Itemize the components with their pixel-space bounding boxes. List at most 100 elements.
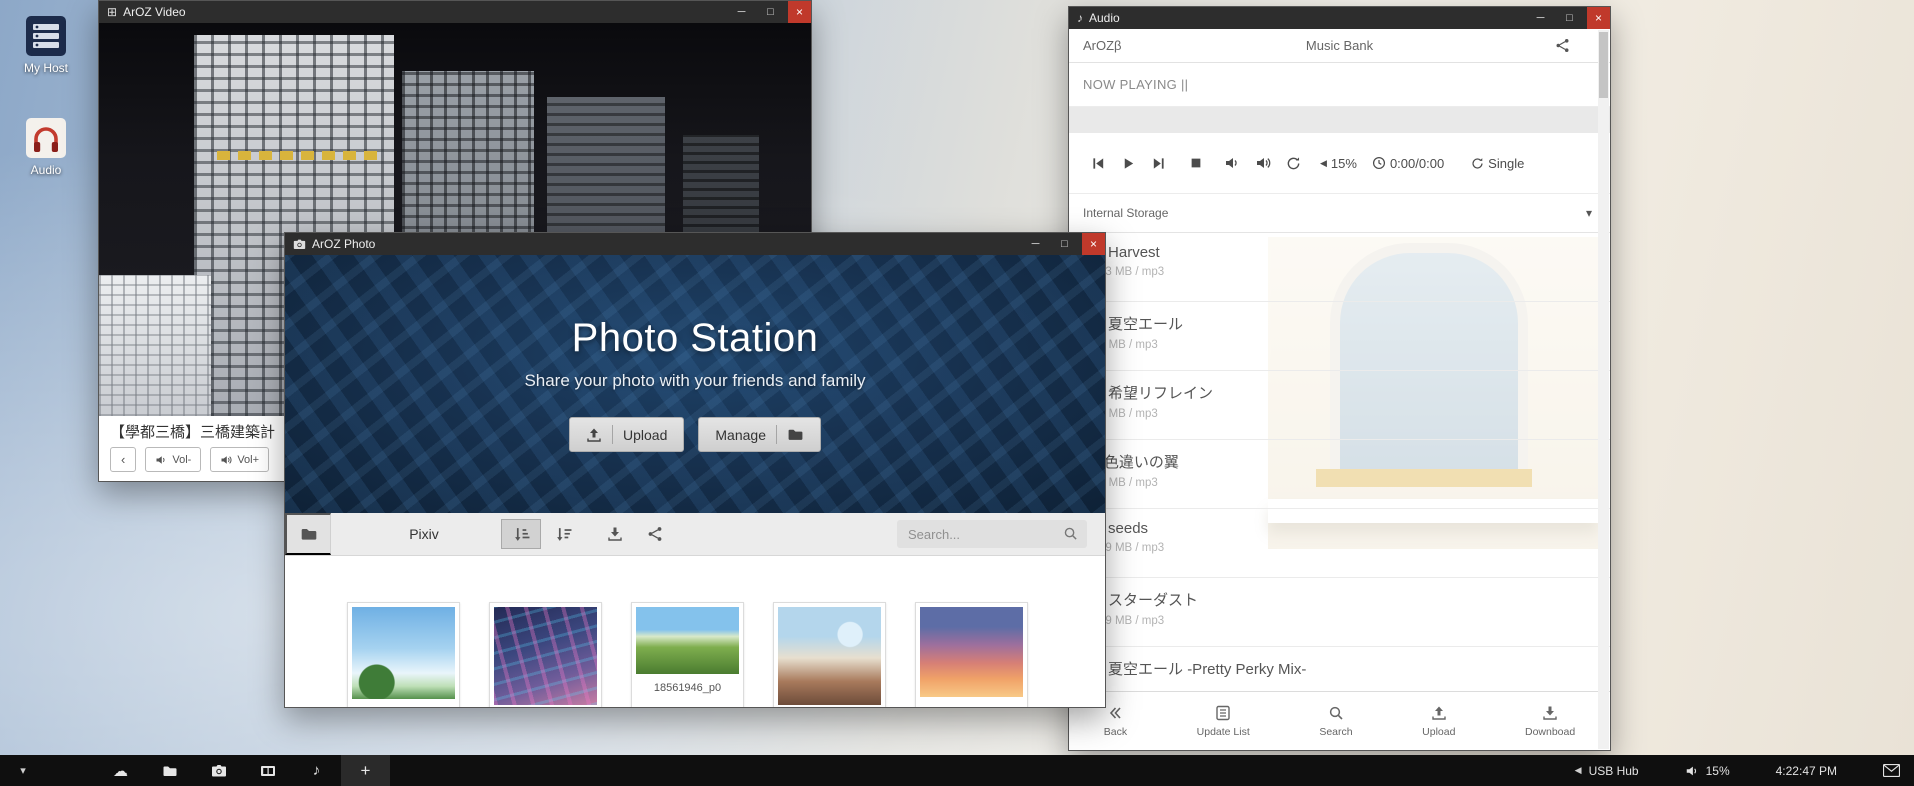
mail-icon[interactable]	[1883, 764, 1900, 777]
camera-icon	[293, 238, 306, 251]
photo-titlebar[interactable]: ArOZ Photo ─ □ ×	[285, 233, 1105, 255]
music-app-button[interactable]: ♪	[292, 755, 341, 786]
share-icon	[647, 526, 663, 542]
track-row[interactable]: 01. 夏空エール 9.37 MB / mp3	[1069, 302, 1610, 371]
repeat-button[interactable]	[1286, 156, 1301, 171]
file-explorer-button[interactable]	[145, 755, 194, 786]
volume-up-icon-button[interactable]	[1255, 155, 1271, 171]
video-window-title: ArOZ Video	[123, 5, 185, 19]
manage-button[interactable]: Manage	[698, 417, 821, 452]
video-titlebar[interactable]: ⊞ ArOZ Video ─ □ ×	[99, 1, 811, 23]
volume-down-button[interactable]: Vol-	[145, 447, 201, 472]
video-back-button[interactable]: ‹	[110, 447, 136, 472]
minimize-button[interactable]: ─	[1529, 7, 1552, 29]
storage-selector[interactable]: Internal Storage ▾	[1069, 194, 1610, 233]
photo-thumbnail[interactable]	[915, 602, 1028, 708]
download-button[interactable]	[607, 526, 623, 542]
track-row[interactable]: 02. スターダスト 12.39 MB / mp3	[1069, 578, 1610, 647]
track-meta: 12.99 MB / mp3	[1083, 542, 1610, 554]
photo-thumbnail[interactable]: 12436825_p0	[347, 602, 460, 708]
folder-icon	[162, 763, 178, 779]
play-mode-value: Single	[1488, 156, 1524, 171]
clock[interactable]: 4:22:47 PM	[1776, 764, 1837, 778]
track-row[interactable]: 02. 夏空エール -Pretty Perky Mix-	[1069, 647, 1610, 691]
seek-bar[interactable]	[1069, 107, 1610, 133]
audio-titlebar[interactable]: ♪ Audio ─ □ ×	[1069, 7, 1610, 29]
button-divider	[776, 425, 777, 444]
upload-button[interactable]: Upload	[1422, 705, 1455, 738]
folder-root-button[interactable]	[285, 513, 331, 555]
photo-app-button[interactable]	[194, 755, 243, 786]
upload-button[interactable]: Upload	[569, 417, 684, 452]
update-list-label: Update List	[1197, 726, 1250, 738]
album-breadcrumb[interactable]: Pixiv	[389, 526, 459, 542]
search-icon[interactable]	[1063, 526, 1078, 541]
track-meta: 10.93 MB / mp3	[1083, 266, 1610, 278]
upload-icon	[1431, 705, 1447, 721]
maximize-button[interactable]: □	[1558, 7, 1581, 29]
play-button[interactable]	[1121, 156, 1136, 171]
video-frame-decoration	[217, 151, 377, 160]
video-app-button[interactable]	[243, 755, 292, 786]
storage-value: Internal Storage	[1083, 206, 1168, 220]
track-meta: 12.39 MB / mp3	[1083, 615, 1610, 627]
volume-indicator[interactable]: 15%	[1685, 764, 1730, 778]
download-button[interactable]: Downboad	[1525, 705, 1575, 738]
scrollbar-thumb[interactable]	[1599, 32, 1608, 98]
usb-hub-indicator[interactable]: ◀ USB Hub	[1575, 764, 1639, 778]
share-button[interactable]	[647, 526, 663, 542]
sort-descending-button[interactable]	[543, 519, 583, 549]
search-box	[897, 520, 1087, 548]
photo-filename: 18561946_p0	[636, 682, 739, 694]
now-playing-label: NOW PLAYING ||	[1069, 63, 1610, 107]
brand-label: ArOZβ	[1083, 38, 1122, 53]
photo-toolbar: Pixiv	[285, 513, 1105, 556]
maximize-button[interactable]: □	[1053, 233, 1076, 255]
headphones-icon	[26, 118, 66, 158]
search-button[interactable]: Search	[1319, 705, 1352, 738]
taskbar-expand-button[interactable]: ▾	[0, 755, 46, 786]
volume-value: 15%	[1706, 764, 1730, 778]
track-row[interactable]: 02. seeds 12.99 MB / mp3	[1069, 509, 1610, 578]
search-label: Search	[1319, 726, 1352, 738]
track-row[interactable]: 01. 希望リフレイン 9.09 MB / mp3	[1069, 371, 1610, 440]
photo-thumbnail[interactable]	[489, 602, 602, 708]
close-button[interactable]: ×	[788, 1, 811, 23]
audio-scrollbar[interactable]	[1598, 30, 1609, 749]
previous-track-button[interactable]	[1091, 156, 1106, 171]
loop-icon	[1471, 157, 1484, 170]
desktop-icon-my-host[interactable]: My Host	[12, 16, 80, 75]
back-button[interactable]: Back	[1104, 705, 1127, 738]
sort-ascending-button[interactable]	[501, 519, 541, 549]
close-button[interactable]: ×	[1587, 7, 1610, 29]
minimize-button[interactable]: ─	[730, 1, 753, 23]
upload-label: Upload	[1422, 726, 1455, 738]
desktop-cloud-button[interactable]: ☁	[96, 755, 145, 786]
photo-grid: 12436825_p0 18561946_p0	[285, 556, 1105, 708]
close-button[interactable]: ×	[1082, 233, 1105, 255]
play-mode-toggle[interactable]: Single	[1471, 156, 1524, 171]
track-list: 01. Harvest 10.93 MB / mp3 01. 夏空エール 9.3…	[1069, 233, 1610, 691]
folder-icon	[300, 525, 318, 543]
volume-down-icon-button[interactable]	[1224, 155, 1240, 171]
volume-indicator[interactable]: ◀ 15%	[1320, 156, 1357, 171]
stop-button[interactable]	[1189, 156, 1203, 170]
photo-thumbnail[interactable]	[773, 602, 886, 708]
app-grid-icon: ⊞	[107, 5, 117, 19]
maximize-button[interactable]: □	[759, 1, 782, 23]
update-list-button[interactable]: Update List	[1197, 705, 1250, 738]
share-button[interactable]	[1555, 38, 1570, 53]
chevrons-left-icon	[1107, 705, 1123, 721]
track-row[interactable]: 01.色違いの翼 9.63 MB / mp3	[1069, 440, 1610, 509]
search-input[interactable]	[897, 520, 1087, 548]
desktop: My Host Audio ⊞ ArOZ Video ─ □ × 【學都三橋】三…	[0, 0, 1914, 786]
add-app-button[interactable]: +	[341, 755, 390, 786]
next-track-button[interactable]	[1151, 156, 1166, 171]
photo-thumbnail[interactable]: 18561946_p0	[631, 602, 744, 708]
desktop-icon-audio[interactable]: Audio	[12, 118, 80, 177]
download-icon	[1542, 705, 1558, 721]
volume-up-button[interactable]: Vol+	[210, 447, 269, 472]
minimize-button[interactable]: ─	[1024, 233, 1047, 255]
track-row[interactable]: 01. Harvest 10.93 MB / mp3	[1069, 233, 1610, 302]
volume-value: 15%	[1331, 156, 1357, 171]
